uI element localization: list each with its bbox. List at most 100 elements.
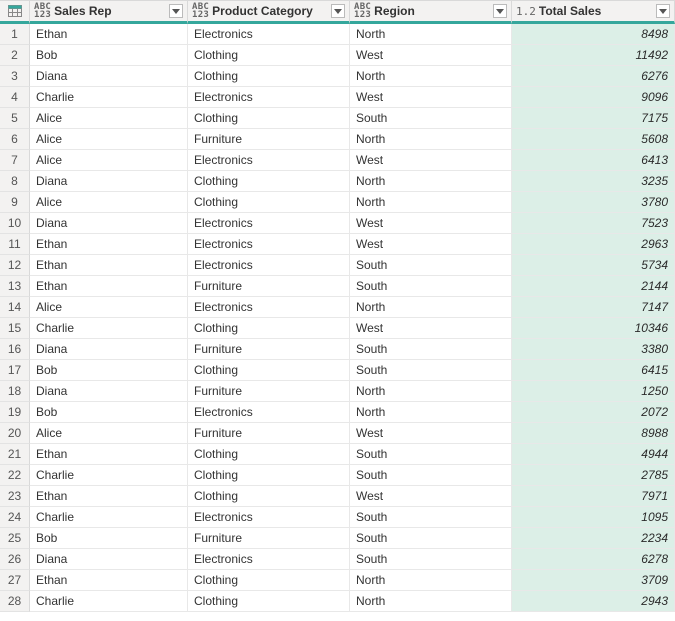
filter-dropdown-icon[interactable] bbox=[493, 4, 507, 18]
cell-product-category[interactable]: Furniture bbox=[188, 276, 350, 297]
cell-region[interactable]: South bbox=[350, 465, 512, 486]
cell-total-sales[interactable]: 7971 bbox=[512, 486, 675, 507]
cell-total-sales[interactable]: 7523 bbox=[512, 213, 675, 234]
cell-product-category[interactable]: Electronics bbox=[188, 150, 350, 171]
cell-total-sales[interactable]: 8498 bbox=[512, 24, 675, 45]
cell-region[interactable]: North bbox=[350, 129, 512, 150]
cell-product-category[interactable]: Clothing bbox=[188, 108, 350, 129]
cell-sales-rep[interactable]: Ethan bbox=[30, 444, 188, 465]
cell-sales-rep[interactable]: Bob bbox=[30, 402, 188, 423]
cell-total-sales[interactable]: 7175 bbox=[512, 108, 675, 129]
row-number[interactable]: 27 bbox=[0, 570, 30, 591]
row-number[interactable]: 18 bbox=[0, 381, 30, 402]
cell-sales-rep[interactable]: Bob bbox=[30, 45, 188, 66]
cell-product-category[interactable]: Furniture bbox=[188, 381, 350, 402]
cell-region[interactable]: North bbox=[350, 171, 512, 192]
cell-sales-rep[interactable]: Bob bbox=[30, 360, 188, 381]
cell-product-category[interactable]: Electronics bbox=[188, 297, 350, 318]
cell-region[interactable]: North bbox=[350, 402, 512, 423]
cell-sales-rep[interactable]: Alice bbox=[30, 150, 188, 171]
cell-total-sales[interactable]: 2234 bbox=[512, 528, 675, 549]
cell-region[interactable]: South bbox=[350, 339, 512, 360]
cell-sales-rep[interactable]: Ethan bbox=[30, 234, 188, 255]
cell-product-category[interactable]: Electronics bbox=[188, 213, 350, 234]
cell-sales-rep[interactable]: Diana bbox=[30, 339, 188, 360]
cell-region[interactable]: West bbox=[350, 318, 512, 339]
cell-total-sales[interactable]: 5608 bbox=[512, 129, 675, 150]
cell-product-category[interactable]: Clothing bbox=[188, 486, 350, 507]
row-number[interactable]: 1 bbox=[0, 24, 30, 45]
cell-sales-rep[interactable]: Bob bbox=[30, 528, 188, 549]
row-number[interactable]: 14 bbox=[0, 297, 30, 318]
row-number[interactable]: 8 bbox=[0, 171, 30, 192]
cell-sales-rep[interactable]: Alice bbox=[30, 108, 188, 129]
cell-region[interactable]: South bbox=[350, 276, 512, 297]
row-number[interactable]: 26 bbox=[0, 549, 30, 570]
cell-product-category[interactable]: Clothing bbox=[188, 444, 350, 465]
row-number[interactable]: 10 bbox=[0, 213, 30, 234]
column-header-region[interactable]: ABC 123 Region bbox=[350, 0, 512, 24]
cell-region[interactable]: South bbox=[350, 444, 512, 465]
cell-total-sales[interactable]: 6413 bbox=[512, 150, 675, 171]
cell-region[interactable]: North bbox=[350, 66, 512, 87]
cell-total-sales[interactable]: 11492 bbox=[512, 45, 675, 66]
cell-product-category[interactable]: Furniture bbox=[188, 339, 350, 360]
cell-total-sales[interactable]: 5734 bbox=[512, 255, 675, 276]
cell-product-category[interactable]: Electronics bbox=[188, 507, 350, 528]
column-header-product-category[interactable]: ABC 123 Product Category bbox=[188, 0, 350, 24]
cell-region[interactable]: West bbox=[350, 486, 512, 507]
cell-total-sales[interactable]: 1250 bbox=[512, 381, 675, 402]
cell-product-category[interactable]: Clothing bbox=[188, 360, 350, 381]
cell-product-category[interactable]: Clothing bbox=[188, 591, 350, 612]
cell-sales-rep[interactable]: Charlie bbox=[30, 591, 188, 612]
cell-total-sales[interactable]: 3235 bbox=[512, 171, 675, 192]
cell-product-category[interactable]: Clothing bbox=[188, 66, 350, 87]
cell-region[interactable]: North bbox=[350, 24, 512, 45]
cell-product-category[interactable]: Clothing bbox=[188, 570, 350, 591]
row-number[interactable]: 20 bbox=[0, 423, 30, 444]
cell-region[interactable]: North bbox=[350, 570, 512, 591]
cell-total-sales[interactable]: 2144 bbox=[512, 276, 675, 297]
cell-region[interactable]: North bbox=[350, 381, 512, 402]
row-number[interactable]: 5 bbox=[0, 108, 30, 129]
row-number[interactable]: 12 bbox=[0, 255, 30, 276]
row-number[interactable]: 19 bbox=[0, 402, 30, 423]
row-number[interactable]: 4 bbox=[0, 87, 30, 108]
cell-total-sales[interactable]: 8988 bbox=[512, 423, 675, 444]
cell-product-category[interactable]: Clothing bbox=[188, 45, 350, 66]
cell-product-category[interactable]: Furniture bbox=[188, 528, 350, 549]
cell-product-category[interactable]: Electronics bbox=[188, 402, 350, 423]
table-corner-icon[interactable] bbox=[0, 0, 30, 24]
cell-product-category[interactable]: Clothing bbox=[188, 192, 350, 213]
cell-region[interactable]: West bbox=[350, 423, 512, 444]
cell-product-category[interactable]: Furniture bbox=[188, 129, 350, 150]
cell-sales-rep[interactable]: Alice bbox=[30, 129, 188, 150]
cell-sales-rep[interactable]: Diana bbox=[30, 381, 188, 402]
cell-region[interactable]: South bbox=[350, 507, 512, 528]
row-number[interactable]: 7 bbox=[0, 150, 30, 171]
cell-region[interactable]: South bbox=[350, 528, 512, 549]
cell-region[interactable]: North bbox=[350, 591, 512, 612]
cell-sales-rep[interactable]: Alice bbox=[30, 423, 188, 444]
cell-total-sales[interactable]: 2072 bbox=[512, 402, 675, 423]
cell-product-category[interactable]: Electronics bbox=[188, 549, 350, 570]
cell-region[interactable]: West bbox=[350, 87, 512, 108]
cell-sales-rep[interactable]: Diana bbox=[30, 66, 188, 87]
column-header-total-sales[interactable]: 1.2 Total Sales bbox=[512, 0, 675, 24]
cell-total-sales[interactable]: 6415 bbox=[512, 360, 675, 381]
cell-region[interactable]: West bbox=[350, 234, 512, 255]
row-number[interactable]: 3 bbox=[0, 66, 30, 87]
cell-total-sales[interactable]: 2943 bbox=[512, 591, 675, 612]
row-number[interactable]: 13 bbox=[0, 276, 30, 297]
cell-total-sales[interactable]: 2785 bbox=[512, 465, 675, 486]
cell-total-sales[interactable]: 6276 bbox=[512, 66, 675, 87]
cell-sales-rep[interactable]: Diana bbox=[30, 171, 188, 192]
cell-sales-rep[interactable]: Charlie bbox=[30, 87, 188, 108]
cell-total-sales[interactable]: 1095 bbox=[512, 507, 675, 528]
cell-product-category[interactable]: Clothing bbox=[188, 465, 350, 486]
cell-total-sales[interactable]: 7147 bbox=[512, 297, 675, 318]
row-number[interactable]: 23 bbox=[0, 486, 30, 507]
cell-product-category[interactable]: Electronics bbox=[188, 24, 350, 45]
cell-sales-rep[interactable]: Charlie bbox=[30, 507, 188, 528]
column-header-sales-rep[interactable]: ABC 123 Sales Rep bbox=[30, 0, 188, 24]
